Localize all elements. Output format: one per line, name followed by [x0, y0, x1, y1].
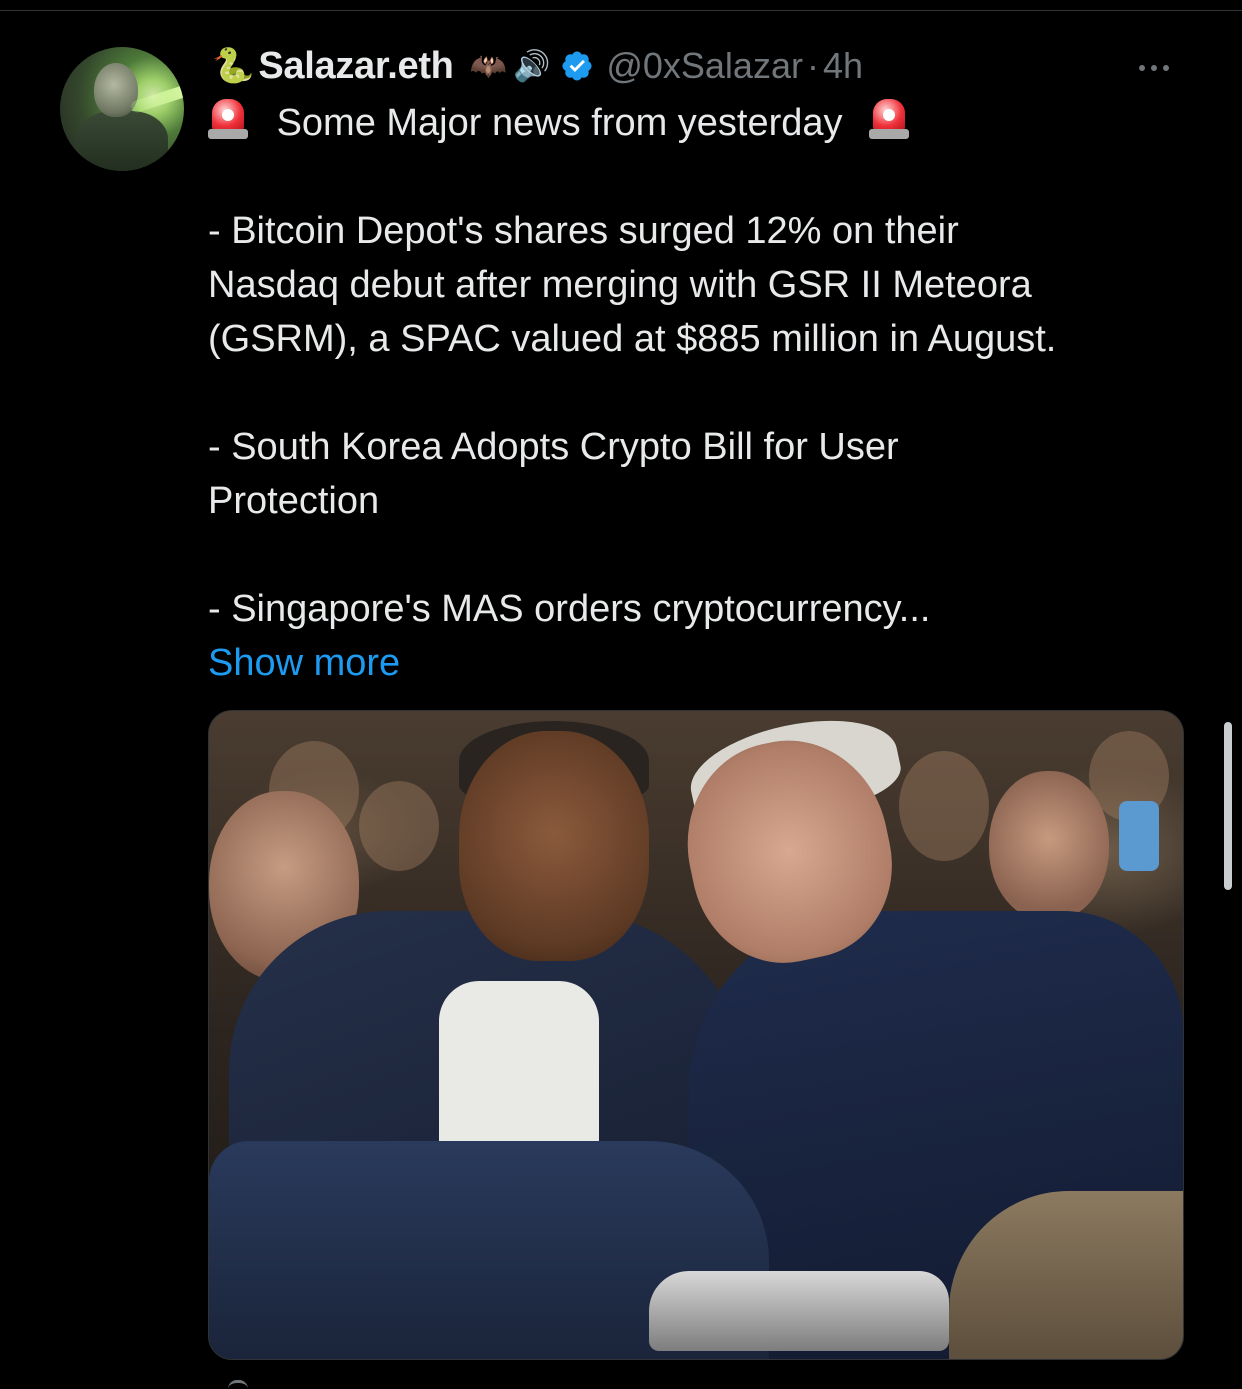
headline-line: Some Major news from yesterday: [208, 96, 1198, 150]
police-car-light-icon: [208, 97, 248, 143]
police-car-light-icon: [869, 97, 910, 143]
body-line: - Singapore's MAS orders cryptocurrency.…: [208, 588, 931, 630]
show-more-link[interactable]: Show more: [208, 642, 400, 684]
tweet-header: 🐍 Salazar.eth 🦇 🔊 @0xSalazar · 4h: [212, 40, 863, 92]
body-line: (GSRM), a SPAC valued at $885 million in…: [208, 318, 1057, 360]
separator-dot: ·: [806, 45, 819, 86]
author-display-name[interactable]: Salazar.eth: [258, 45, 454, 88]
reply-icon[interactable]: [228, 1380, 248, 1389]
speaker-emoji-icon: 🔊: [512, 49, 551, 83]
body-line: - South Korea Adopts Crypto Bill for Use…: [208, 426, 899, 468]
more-options-button[interactable]: [1132, 50, 1176, 86]
author-handle[interactable]: @0xSalazar: [606, 45, 803, 87]
bat-emoji-icon: 🦇: [469, 49, 507, 83]
body-line: - Bitcoin Depot's shares surged 12% on t…: [208, 210, 959, 252]
top-divider: [0, 0, 1242, 11]
tweet-text: Some Major news from yesterday - Bitcoin…: [208, 96, 1198, 690]
verified-badge-icon[interactable]: [560, 49, 594, 83]
snake-emoji-icon: 🐍: [212, 47, 255, 85]
more-horizontal-icon: [1139, 65, 1145, 71]
tweet-timestamp[interactable]: 4h: [823, 45, 863, 87]
tweet-media-image[interactable]: [208, 710, 1184, 1360]
body-line: Protection: [208, 480, 380, 522]
tweet-headline: Some Major news from yesterday: [276, 102, 843, 144]
avatar[interactable]: [60, 47, 184, 171]
scrollbar-thumb[interactable]: [1224, 722, 1232, 890]
body-line: Nasdaq debut after merging with GSR II M…: [208, 264, 1032, 306]
